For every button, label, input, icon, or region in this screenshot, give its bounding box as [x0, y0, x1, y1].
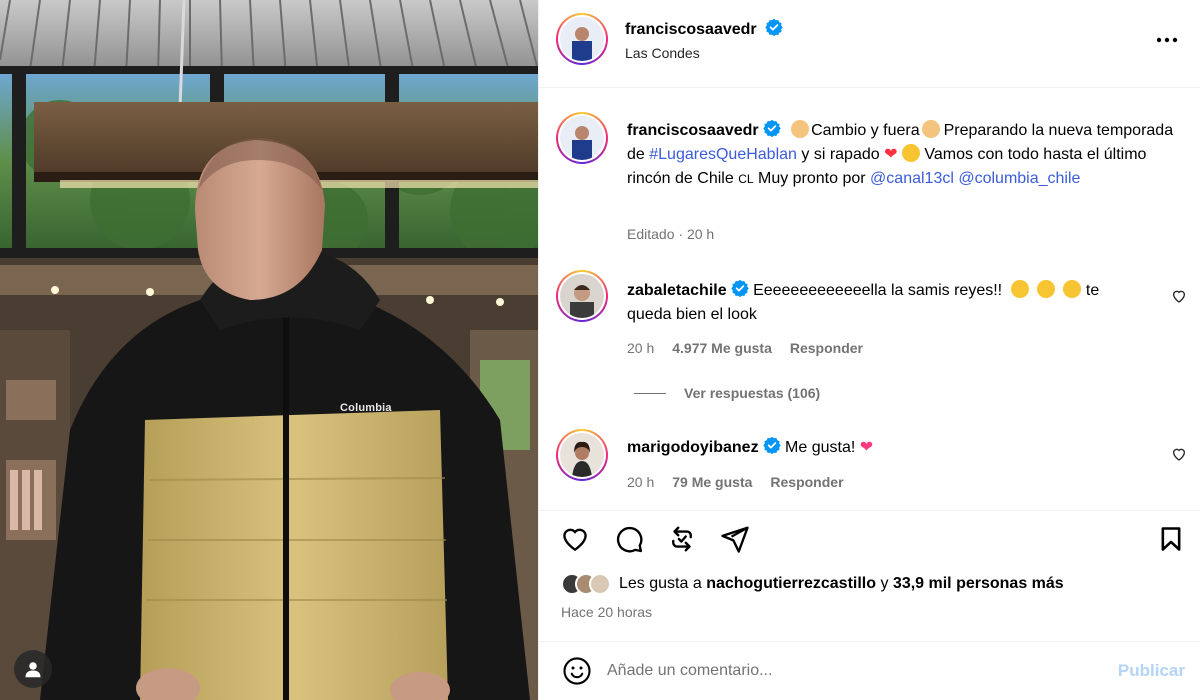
emoji-picker-button[interactable]	[561, 655, 593, 687]
likes-prefix: Les gusta a	[619, 575, 702, 592]
comment-author-username[interactable]: marigodoyibanez	[627, 439, 759, 456]
user-tag-icon	[25, 662, 41, 678]
comment-composer: Publicar	[539, 641, 1200, 700]
comment-reply-button[interactable]: Responder	[770, 474, 843, 490]
liker-avatars[interactable]	[561, 573, 611, 595]
author-avatar[interactable]	[556, 13, 608, 65]
avatar-picture	[560, 433, 604, 477]
verified-badge-icon	[762, 436, 781, 454]
liker-avatar	[589, 573, 611, 595]
author-username[interactable]: franciscosaavedr	[625, 21, 757, 38]
view-replies-button[interactable]: Ver respuestas (106)	[634, 385, 820, 401]
chile-flag-icon: CL	[738, 172, 754, 186]
red-heart-icon: ❤	[884, 146, 898, 163]
repost-icon	[672, 526, 692, 552]
replies-divider	[634, 392, 666, 394]
comment-like-button[interactable]	[1171, 288, 1187, 309]
laughing-emoji-icon	[1063, 280, 1082, 298]
mention-columbia[interactable]: @columbia_chile	[958, 170, 1080, 187]
comment-body: Me gusta!	[785, 439, 856, 456]
baby-emoji-icon	[791, 120, 810, 138]
like-button[interactable]	[555, 519, 595, 559]
comment-author-username[interactable]: zabaletachile	[627, 282, 727, 299]
comment-avatar[interactable]	[556, 429, 608, 481]
caption-meta: Editado · 20 h	[627, 226, 714, 242]
comment-time[interactable]: 20 h	[627, 340, 654, 356]
avatar-picture	[560, 17, 604, 61]
heart-outline-icon	[1172, 448, 1186, 461]
verified-badge-icon	[730, 279, 749, 297]
comment-like-button[interactable]	[1171, 446, 1187, 467]
caption-hashtag[interactable]: #LugaresQueHablan	[649, 146, 797, 163]
photo-illustration	[0, 0, 538, 700]
caption-author-username[interactable]: franciscosaavedr	[627, 122, 759, 139]
verified-badge-icon	[765, 18, 783, 36]
comment-like-count[interactable]: 4.977 Me gusta	[672, 340, 772, 356]
mention-canal13[interactable]: @canal13cl	[870, 170, 954, 187]
comment-text: zabaletachile Eeeeeeeeeeeeella la samis …	[627, 279, 1147, 327]
likes-connector: y	[880, 575, 889, 592]
avatar-picture	[560, 274, 604, 318]
caption-text: franciscosaavedr Cambio y fuera Preparand…	[627, 119, 1187, 191]
laughing-emoji-icon	[1010, 280, 1029, 298]
caption-part5: Muy pronto por	[757, 170, 866, 187]
post-timestamp[interactable]: Hace 20 horas	[561, 604, 652, 620]
view-replies-label: Ver respuestas (106)	[684, 385, 821, 401]
repost-button[interactable]	[662, 519, 702, 559]
more-options-icon	[1156, 37, 1178, 43]
comment-body-part1: Eeeeeeeeeeeeella la samis reyes!!	[753, 282, 1003, 299]
comment-avatar[interactable]	[556, 270, 608, 322]
post-header: franciscosaavedr Las Condes	[539, 0, 1200, 88]
share-button[interactable]	[715, 519, 755, 559]
user-tag-button[interactable]	[14, 650, 52, 688]
post-detail-panel: franciscosaavedr Las Condes franciscosaa…	[538, 0, 1200, 700]
likes-others-count[interactable]: 33,9 mil personas más	[893, 575, 1064, 593]
comment-like-count[interactable]: 79 Me gusta	[672, 474, 752, 490]
post-photo[interactable]: Columbia	[0, 0, 538, 700]
comment-meta: 20 h 4.977 Me gusta Responder	[627, 340, 863, 356]
post-location[interactable]: Las Condes	[625, 45, 700, 61]
heart-outline-icon	[1172, 290, 1186, 303]
baby-emoji-icon	[921, 120, 940, 138]
smiley-icon	[563, 657, 591, 685]
caption-edited-label: Editado	[627, 226, 675, 242]
heart-icon	[563, 528, 587, 552]
comment-time[interactable]: 20 h	[627, 474, 654, 490]
caption-part1: Cambio y fuera	[811, 122, 920, 139]
comment-meta: 20 h 79 Me gusta Responder	[627, 474, 844, 490]
verified-badge-icon	[762, 119, 781, 137]
comment-text: marigodoyibanez Me gusta! ❤	[627, 436, 873, 460]
avatar-picture	[560, 116, 604, 160]
laughing-emoji-icon	[1037, 280, 1056, 298]
bookmark-icon	[1161, 527, 1181, 551]
laughing-emoji-icon	[901, 144, 920, 162]
likes-user[interactable]: nachogutierrezcastillo	[706, 575, 876, 593]
likes-summary: Les gusta a nachogutierrezcastillo y 33,…	[561, 573, 1064, 595]
comment-input[interactable]	[607, 662, 1118, 680]
comment-button[interactable]	[609, 519, 649, 559]
comments-section: franciscosaavedr Cambio y fuera Preparand…	[539, 89, 1200, 509]
post-actions: Les gusta a nachogutierrezcastillo y 33,…	[539, 510, 1200, 640]
paper-plane-icon	[721, 526, 749, 553]
comment-reply-button[interactable]: Responder	[790, 340, 863, 356]
caption-part3: y si rapado	[801, 146, 880, 163]
save-button[interactable]	[1151, 519, 1191, 559]
comment-bubble-icon	[616, 526, 643, 553]
caption-author-avatar[interactable]	[556, 112, 608, 164]
publish-button[interactable]: Publicar	[1118, 661, 1185, 681]
jacket-brand-label: Columbia	[340, 402, 392, 414]
caption-time[interactable]: 20 h	[687, 226, 714, 242]
more-options-button[interactable]	[1155, 28, 1179, 52]
pink-heart-icon: ❤	[859, 439, 874, 456]
caption-meta-separator: ·	[678, 226, 684, 242]
